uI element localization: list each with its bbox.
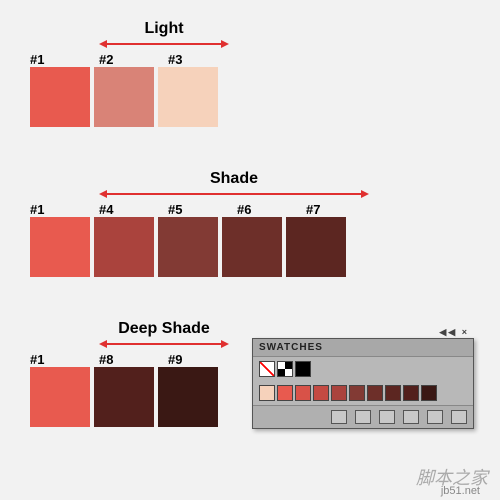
swatch-label: #8 bbox=[99, 352, 164, 367]
mini-swatch[interactable] bbox=[385, 385, 401, 401]
swatch-label: #9 bbox=[168, 352, 233, 367]
color-swatch bbox=[158, 67, 218, 127]
swatch-label: #5 bbox=[168, 202, 233, 217]
label-row: #1 #8 #9 bbox=[30, 352, 237, 367]
color-group: Light #1 #2 #3 bbox=[30, 20, 237, 127]
color-swatch bbox=[94, 67, 154, 127]
swatch-label: #1 bbox=[30, 202, 95, 217]
panel-icon[interactable] bbox=[355, 410, 371, 424]
color-swatch bbox=[222, 217, 282, 277]
mini-swatch[interactable] bbox=[277, 361, 293, 377]
range-arrow bbox=[99, 340, 229, 348]
color-swatch bbox=[158, 217, 218, 277]
group-title: Shade bbox=[99, 170, 369, 188]
swatch-label: #1 bbox=[30, 352, 95, 367]
color-swatch bbox=[158, 367, 218, 427]
panel-footer bbox=[253, 405, 473, 428]
label-row: #1 #2 #3 bbox=[30, 52, 237, 67]
panel-icon[interactable] bbox=[403, 410, 419, 424]
mini-swatch[interactable] bbox=[259, 361, 275, 377]
mini-swatch[interactable] bbox=[349, 385, 365, 401]
mini-swatch[interactable] bbox=[403, 385, 419, 401]
site-url: jb51.net bbox=[441, 485, 480, 497]
mini-swatch[interactable] bbox=[295, 361, 311, 377]
range-arrow bbox=[99, 40, 229, 48]
panel-title: SWATCHES bbox=[253, 339, 473, 357]
color-swatch bbox=[30, 367, 90, 427]
color-group: Shade #1 #4 #5 #6 #7 bbox=[30, 170, 375, 277]
swatch-label: #2 bbox=[99, 52, 164, 67]
panel-color-row bbox=[253, 381, 473, 405]
swatch-row bbox=[30, 67, 237, 127]
swatches-panel[interactable]: SWATCHES bbox=[252, 338, 474, 429]
panel-icon[interactable] bbox=[331, 410, 347, 424]
swatch-label: #7 bbox=[306, 202, 371, 217]
color-swatch bbox=[94, 217, 154, 277]
panel-icon[interactable] bbox=[427, 410, 443, 424]
swatch-label: #1 bbox=[30, 52, 95, 67]
range-arrow bbox=[99, 190, 369, 198]
trash-icon[interactable] bbox=[451, 410, 467, 424]
mini-swatch[interactable] bbox=[277, 385, 293, 401]
mini-swatch[interactable] bbox=[421, 385, 437, 401]
color-swatch bbox=[30, 217, 90, 277]
panel-special-row bbox=[253, 357, 473, 381]
group-title: Light bbox=[99, 20, 229, 38]
swatch-label: #4 bbox=[99, 202, 164, 217]
color-swatch bbox=[94, 367, 154, 427]
swatch-row bbox=[30, 367, 237, 427]
mini-swatch[interactable] bbox=[259, 385, 275, 401]
mini-swatch[interactable] bbox=[313, 385, 329, 401]
color-group: Deep Shade #1 #8 #9 bbox=[30, 320, 237, 427]
label-row: #1 #4 #5 #6 #7 bbox=[30, 202, 375, 217]
color-swatch bbox=[286, 217, 346, 277]
group-title: Deep Shade bbox=[99, 320, 229, 338]
swatch-row bbox=[30, 217, 375, 277]
swatch-label: #3 bbox=[168, 52, 233, 67]
panel-icon[interactable] bbox=[379, 410, 395, 424]
swatch-label: #6 bbox=[237, 202, 302, 217]
mini-swatch[interactable] bbox=[367, 385, 383, 401]
color-swatch bbox=[30, 67, 90, 127]
mini-swatch[interactable] bbox=[331, 385, 347, 401]
mini-swatch[interactable] bbox=[295, 385, 311, 401]
